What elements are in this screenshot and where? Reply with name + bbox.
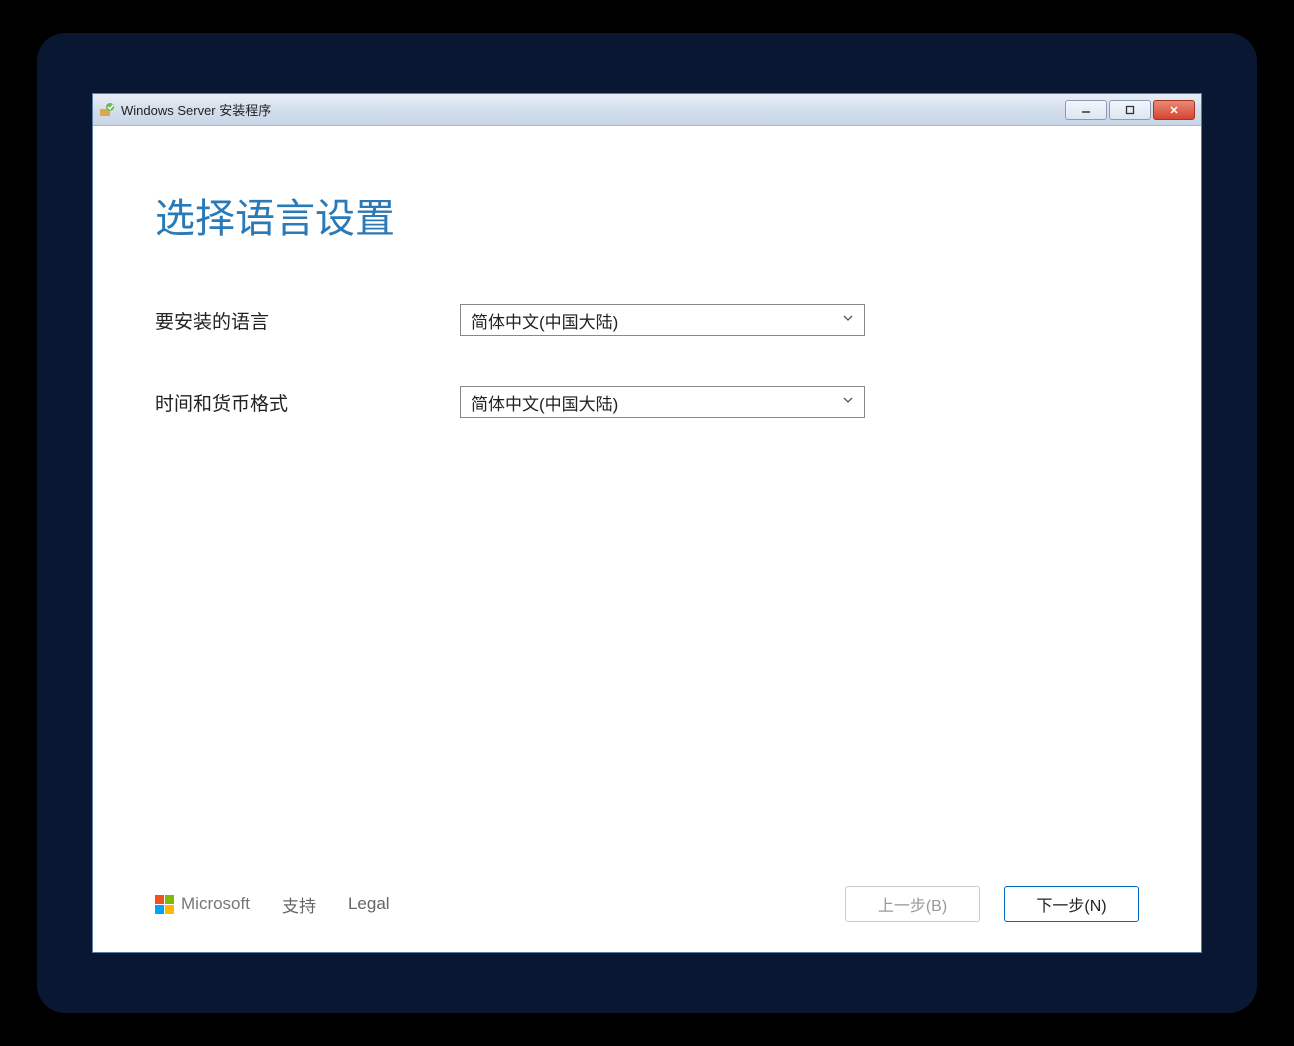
language-select[interactable]: 简体中文(中国大陆): [460, 304, 865, 336]
minimize-button[interactable]: [1065, 100, 1107, 120]
setup-window: Windows Server 安装程序 选择语言设置 要安装的语言 简体中文(中…: [92, 93, 1202, 953]
legal-link[interactable]: Legal: [348, 894, 390, 914]
window-title: Windows Server 安装程序: [121, 100, 1065, 119]
locale-select[interactable]: 简体中文(中国大陆): [460, 386, 865, 418]
chevron-down-icon: [842, 393, 854, 411]
locale-value: 简体中文(中国大陆): [471, 390, 618, 415]
close-button[interactable]: [1153, 100, 1195, 120]
language-value: 简体中文(中国大陆): [471, 308, 618, 333]
app-icon: [99, 102, 115, 118]
page-title: 选择语言设置: [155, 186, 1139, 244]
microsoft-text: Microsoft: [181, 894, 250, 914]
chevron-down-icon: [842, 311, 854, 329]
support-link[interactable]: 支持: [282, 892, 316, 917]
desktop-frame: Windows Server 安装程序 选择语言设置 要安装的语言 简体中文(中…: [37, 33, 1257, 1013]
maximize-button[interactable]: [1109, 100, 1151, 120]
locale-label: 时间和货币格式: [155, 389, 460, 416]
back-button: 上一步(B): [845, 886, 980, 922]
footer-left: Microsoft 支持 Legal: [155, 892, 390, 917]
microsoft-logo-icon: [155, 895, 174, 914]
language-label: 要安装的语言: [155, 307, 460, 334]
microsoft-logo: Microsoft: [155, 894, 250, 914]
window-controls: [1065, 100, 1195, 120]
titlebar: Windows Server 安装程序: [93, 94, 1201, 126]
language-row: 要安装的语言 简体中文(中国大陆): [155, 304, 1139, 336]
next-button[interactable]: 下一步(N): [1004, 886, 1139, 922]
footer-right: 上一步(B) 下一步(N): [845, 886, 1139, 922]
content-area: 选择语言设置 要安装的语言 简体中文(中国大陆) 时间和货币格式 简体中文(中国…: [93, 126, 1201, 952]
locale-row: 时间和货币格式 简体中文(中国大陆): [155, 386, 1139, 418]
footer: Microsoft 支持 Legal 上一步(B) 下一步(N): [155, 866, 1139, 922]
